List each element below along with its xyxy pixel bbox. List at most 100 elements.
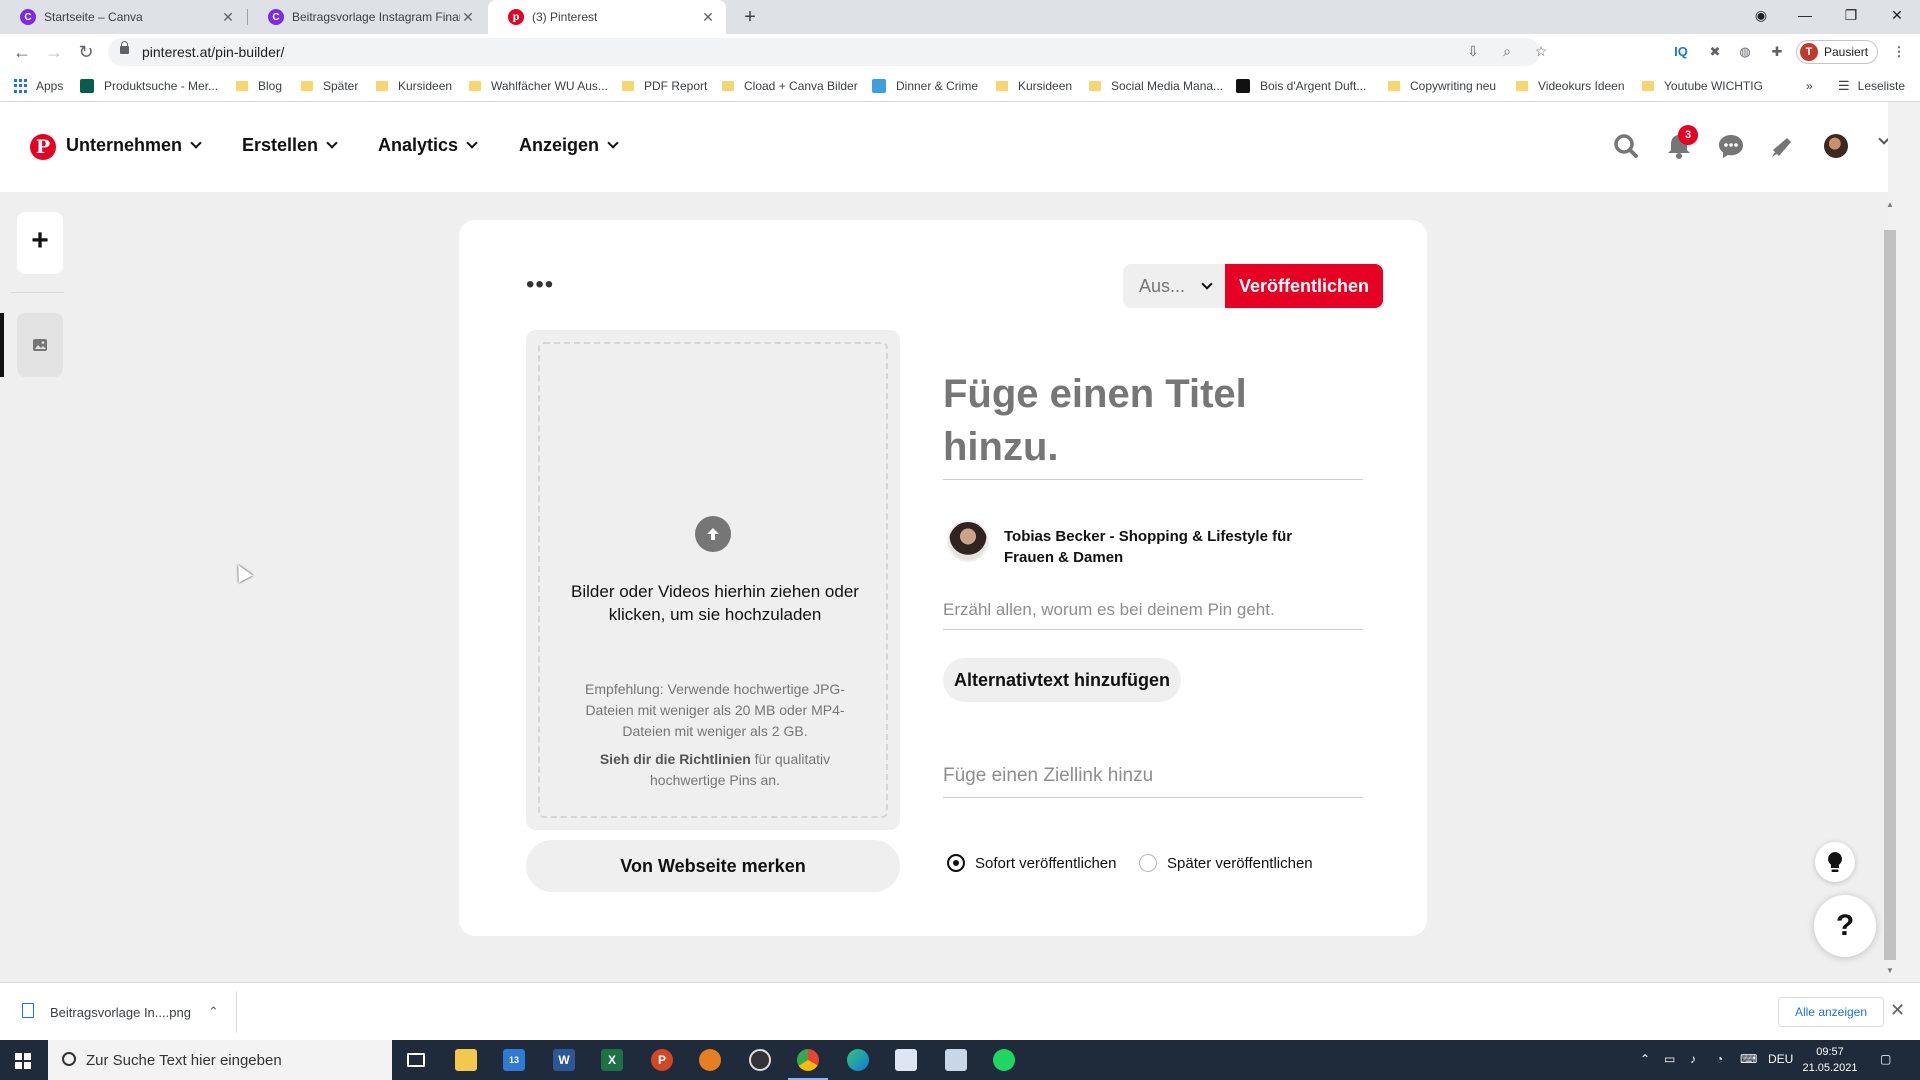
bookmark-item[interactable]: Cload + Canva Bilder <box>722 78 858 94</box>
messages-icon[interactable] <box>1715 130 1747 162</box>
bookmark-apps[interactable]: Apps <box>14 78 63 94</box>
tab-beitragsvorlage[interactable]: C Beitragsvorlage Instagram Finanz ✕ <box>248 0 486 34</box>
network-icon[interactable]: ▭ <box>1664 1052 1675 1066</box>
tab-pinterest[interactable]: p (3) Pinterest ✕ <box>488 0 726 34</box>
taskbar-app[interactable] <box>686 1040 734 1080</box>
new-tab-button[interactable]: + <box>738 5 762 29</box>
upload-dropzone[interactable]: Bilder oder Videos hierhin ziehen oder k… <box>538 342 888 818</box>
forward-arrow-icon[interactable]: → <box>42 41 66 65</box>
back-arrow-icon[interactable]: ← <box>10 41 34 65</box>
window-close-button[interactable]: ✕ <box>1874 0 1920 30</box>
tips-lightbulb-button[interactable] <box>1815 842 1855 882</box>
bookmark-item[interactable]: Wahlfächer WU Aus... <box>469 78 608 94</box>
help-button[interactable]: ? <box>1814 895 1876 957</box>
bookmark-item[interactable]: Produktsuche - Mer... <box>80 78 218 94</box>
bookmark-item[interactable]: Kursideen <box>996 78 1072 94</box>
taskbar-powerpoint[interactable]: P <box>638 1040 686 1080</box>
extension-icon[interactable]: ◍ <box>1736 44 1754 62</box>
guidelines-link[interactable]: Sieh dir die Richtlinien <box>600 751 751 767</box>
pin-description-input[interactable]: Erzähl allen, worum es bei deinem Pin ge… <box>943 600 1275 620</box>
bookmark-item[interactable]: PDF Report <box>622 78 707 94</box>
media-upload-area[interactable]: Bilder oder Videos hierhin ziehen oder k… <box>526 330 900 830</box>
iq-extension-icon[interactable]: IQ <box>1672 44 1690 62</box>
taskbar-chrome[interactable] <box>784 1040 832 1080</box>
pin-draft-thumbnail[interactable] <box>17 313 63 377</box>
bookmark-item[interactable]: Social Media Mana... <box>1089 78 1223 94</box>
publish-now-option[interactable]: Sofort veröffentlichen <box>947 854 1116 872</box>
taskbar-clock[interactable]: 09:57 21.05.2021 <box>1800 1044 1860 1076</box>
nav-analytics[interactable]: Analytics <box>378 135 478 156</box>
account-avatar[interactable] <box>1824 134 1848 158</box>
publish-button[interactable]: Veröffentlichen <box>1225 264 1383 308</box>
address-bar[interactable]: pinterest.at/pin-builder/ ⇩ ⌕ ☆ <box>108 38 1547 66</box>
destination-link-input[interactable]: Füge einen Ziellink hinzu <box>943 765 1153 787</box>
bookmark-star-icon[interactable]: ☆ <box>1532 43 1550 61</box>
nav-erstellen[interactable]: Erstellen <box>242 135 338 156</box>
reload-icon[interactable]: ↻ <box>74 41 98 65</box>
megaphone-icon[interactable] <box>1767 130 1799 162</box>
taskbar-spotify[interactable] <box>980 1040 1028 1080</box>
tab-canva-home[interactable]: C Startseite – Canva ✕ <box>0 0 246 34</box>
save-from-website-button[interactable]: Von Webseite merken <box>526 840 900 892</box>
bookmark-item[interactable]: Copywriting neu <box>1388 78 1496 94</box>
tab-search-icon[interactable]: ◉ <box>1738 0 1784 30</box>
publish-later-option[interactable]: Später veröffentlichen <box>1139 854 1313 872</box>
bookmark-item[interactable]: Youtube WICHTIG <box>1642 78 1763 94</box>
downloaded-file-name[interactable]: Beitragsvorlage In....png <box>50 1005 191 1020</box>
taskbar-explorer[interactable] <box>442 1040 490 1080</box>
pinterest-logo-icon[interactable]: P <box>30 134 56 160</box>
taskbar-edge[interactable] <box>834 1040 882 1080</box>
add-alt-text-button[interactable]: Alternativtext hinzufügen <box>943 658 1181 702</box>
windows-start-icon[interactable] <box>15 1053 31 1069</box>
bookmark-item[interactable]: Bois d'Argent Duft... <box>1236 78 1366 94</box>
close-icon[interactable]: ✕ <box>460 9 476 26</box>
scroll-down-arrow-icon[interactable]: ▼ <box>1884 966 1896 975</box>
restore-button[interactable]: ❐ <box>1828 0 1874 30</box>
keyboard-icon[interactable]: ⌨ <box>1740 1052 1757 1066</box>
volume-icon[interactable]: ♪ <box>1690 1052 1696 1066</box>
reading-list-button[interactable]: ☰ Leseliste <box>1838 78 1905 94</box>
notifications-center-icon[interactable]: ▢ <box>1880 1052 1891 1066</box>
nav-anzeigen[interactable]: Anzeigen <box>519 135 619 156</box>
chevron-up-icon[interactable]: ⌃ <box>1640 1052 1650 1066</box>
taskbar-word[interactable]: W <box>540 1040 588 1080</box>
bookmark-item[interactable]: Später <box>301 78 358 94</box>
pin-title-input[interactable]: Füge einen Titel hinzu. <box>943 368 1363 474</box>
bookmarks-overflow-button[interactable]: » <box>1806 78 1813 94</box>
install-app-icon[interactable]: ⇩ <box>1464 43 1482 61</box>
bookmark-item[interactable]: Blog <box>236 78 282 94</box>
extension-icon[interactable]: ✖ <box>1706 44 1724 62</box>
taskbar-excel[interactable]: X <box>588 1040 636 1080</box>
task-view-button[interactable] <box>392 1040 440 1080</box>
scrollbar-thumb[interactable] <box>1884 230 1896 960</box>
close-icon[interactable]: ✕ <box>1890 1000 1905 1021</box>
menu-kebab-icon[interactable]: ⋮ <box>1890 44 1908 62</box>
taskbar-mail[interactable]: 13 <box>490 1040 538 1080</box>
nav-unternehmen[interactable]: Unternehmen <box>66 135 202 156</box>
more-options-icon[interactable]: ••• <box>526 273 554 297</box>
radio-selected[interactable] <box>947 854 965 872</box>
taskbar-search-box[interactable]: Zur Suche Text hier eingeben <box>48 1040 392 1080</box>
taskbar-obs[interactable] <box>736 1040 784 1080</box>
board-select-dropdown[interactable]: Aus... <box>1123 264 1225 308</box>
minimize-button[interactable]: — <box>1782 0 1828 30</box>
taskbar-app[interactable] <box>932 1040 980 1080</box>
profile-button[interactable]: T Pausiert <box>1796 40 1878 64</box>
edge-icon <box>847 1049 869 1071</box>
bookmark-item[interactable]: Dinner & Crime <box>872 78 978 94</box>
zoom-icon[interactable]: ⌕ <box>1498 43 1516 61</box>
add-pin-draft-button[interactable]: + <box>17 212 63 274</box>
wifi-icon[interactable]: ◔ <box>1716 1052 1723 1066</box>
chevron-up-icon[interactable]: ⌃ <box>208 1004 219 1020</box>
scroll-up-arrow-icon[interactable]: ▲ <box>1884 200 1896 209</box>
puzzle-extensions-icon[interactable]: ✚ <box>1768 44 1786 62</box>
close-icon[interactable]: ✕ <box>700 9 716 26</box>
search-icon[interactable] <box>1610 130 1642 162</box>
close-icon[interactable]: ✕ <box>220 9 236 26</box>
bookmark-item[interactable]: Videokurs Ideen <box>1516 78 1625 94</box>
radio-unselected[interactable] <box>1139 854 1157 872</box>
input-language[interactable]: DEU <box>1768 1052 1793 1066</box>
taskbar-app[interactable] <box>882 1040 930 1080</box>
bookmark-item[interactable]: Kursideen <box>376 78 452 94</box>
show-all-downloads-button[interactable]: Alle anzeigen <box>1778 997 1884 1027</box>
